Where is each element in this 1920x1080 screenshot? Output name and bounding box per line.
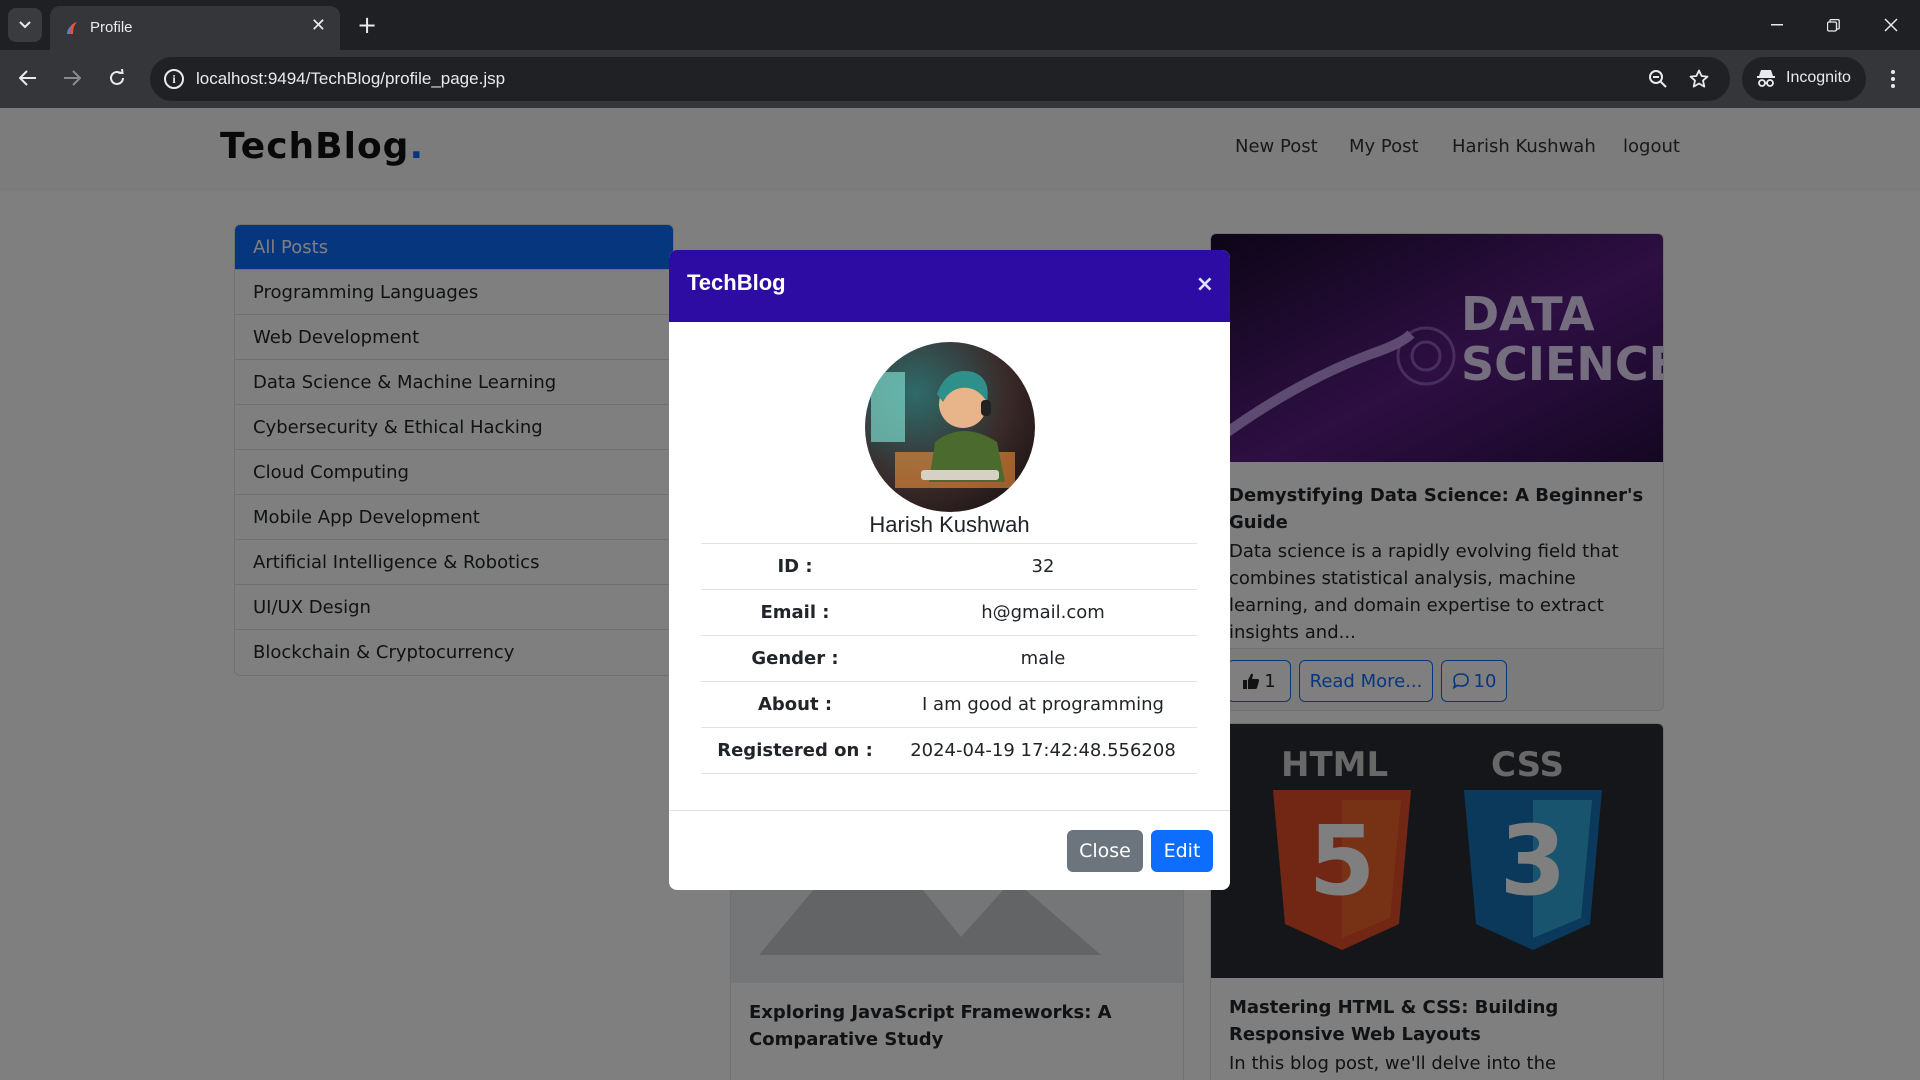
url-text[interactable]: localhost:9494/TechBlog/profile_page.jsp <box>196 69 505 89</box>
forward-arrow-icon[interactable] <box>54 60 90 96</box>
site-info-icon[interactable]: i <box>164 69 184 89</box>
close-tab-icon[interactable]: ✕ <box>311 16 326 36</box>
new-tab-button[interactable]: + <box>352 8 382 42</box>
close-button[interactable]: Close <box>1067 830 1143 872</box>
bookmark-star-icon[interactable] <box>1687 67 1711 91</box>
field-label: About : <box>701 681 889 728</box>
close-icon[interactable]: × <box>1196 274 1214 296</box>
incognito-label: Incognito <box>1786 69 1851 86</box>
field-value: 32 <box>889 543 1197 590</box>
field-label: Registered on : <box>701 727 889 774</box>
field-label: Email : <box>701 589 889 636</box>
edit-button[interactable]: Edit <box>1151 830 1213 872</box>
chevron-down-icon <box>19 21 31 29</box>
table-row: ID :32 <box>701 543 1197 590</box>
reload-icon[interactable] <box>99 60 135 96</box>
profile-name: Harish Kushwah <box>869 512 1030 537</box>
address-bar[interactable]: i localhost:9494/TechBlog/profile_page.j… <box>150 57 1730 101</box>
field-label: Gender : <box>701 635 889 682</box>
page-content: TechBlog. New Post My Post Harish Kushwa… <box>0 108 1920 1080</box>
field-label: ID : <box>701 543 889 590</box>
incognito-icon <box>1757 70 1775 87</box>
incognito-badge[interactable]: Incognito <box>1742 57 1866 101</box>
favicon-icon <box>67 22 77 34</box>
browser-toolbar: i localhost:9494/TechBlog/profile_page.j… <box>0 50 1920 108</box>
more-options-icon[interactable] <box>1878 61 1908 97</box>
profile-info-table: ID :32 Email : h@gmail.com Gender : male A… <box>701 543 1197 774</box>
close-window-icon[interactable] <box>1868 8 1914 42</box>
modal-footer: Close Edit <box>669 810 1230 890</box>
minimize-icon[interactable] <box>1754 8 1800 42</box>
tab-search-button[interactable] <box>8 8 42 42</box>
browser-tab-bar: Profile ✕ + <box>0 0 1920 50</box>
back-arrow-icon[interactable] <box>10 60 46 96</box>
restore-icon[interactable] <box>1810 8 1856 42</box>
table-row: Email : h@gmail.com <box>701 589 1197 636</box>
table-row: Gender : male <box>701 635 1197 682</box>
tab-title: Profile <box>90 19 133 36</box>
modal-header: TechBlog × <box>669 250 1230 322</box>
field-value: h@gmail.com <box>889 589 1197 636</box>
field-value: 2024-04-19 17:42:48.556208 <box>889 727 1197 774</box>
avatar <box>865 342 1035 512</box>
profile-modal: TechBlog × Harish Kushwah ID: 32 Email … <box>669 250 1230 890</box>
table-row: About :I am good at programming <box>701 681 1197 728</box>
zoom-icon[interactable] <box>1646 67 1670 91</box>
table-row: Registered on :2024-04-19 17:42:48.55620… <box>701 727 1197 774</box>
modal-title: TechBlog <box>687 270 786 295</box>
browser-tab[interactable]: Profile ✕ <box>50 6 340 50</box>
field-value: I am good at programming <box>889 681 1197 728</box>
field-value: male <box>889 635 1197 682</box>
